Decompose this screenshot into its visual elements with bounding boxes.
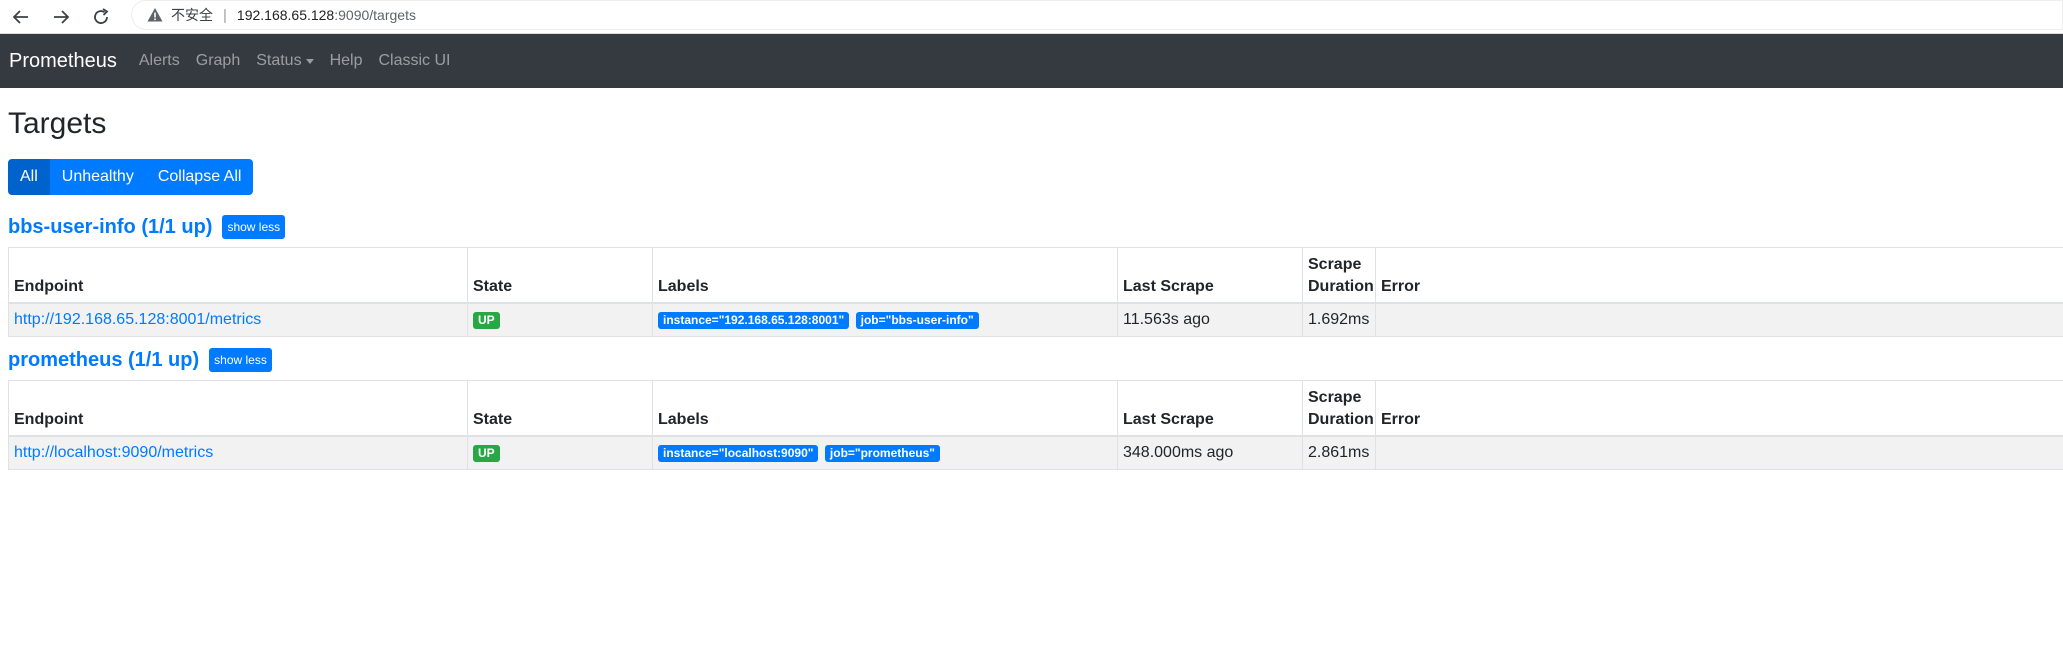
state-cell: UP: [467, 435, 653, 470]
col-labels: Labels: [652, 380, 1118, 437]
col-last-scrape: Last Scrape: [1117, 380, 1303, 437]
endpoint-link[interactable]: http://192.168.65.128:8001/metrics: [14, 311, 261, 328]
nav-status-label: Status: [256, 52, 302, 69]
address-bar[interactable]: 不安全 | 192.168.65.128:9090/targets: [131, 0, 2063, 30]
last-scrape-cell: 11.563s ago: [1117, 302, 1303, 337]
filter-all-button[interactable]: All: [8, 159, 50, 195]
job-title-link[interactable]: prometheus (1/1 up): [8, 349, 199, 372]
table-header-row: Endpoint State Labels Last Scrape Scrape…: [8, 380, 2063, 437]
col-labels: Labels: [652, 247, 1118, 304]
table-row: http://localhost:9090/metrics UP instanc…: [8, 435, 2063, 470]
omnibox-separator: |: [223, 6, 227, 24]
label-badge: job="prometheus": [824, 445, 940, 462]
endpoint-cell: http://localhost:9090/metrics: [8, 435, 468, 470]
label-badge: instance="192.168.65.128:8001": [658, 312, 850, 329]
job-title-link[interactable]: bbs-user-info (1/1 up): [8, 216, 212, 239]
job-header: bbs-user-info (1/1 up) show less: [8, 215, 2055, 239]
labels-cell: instance="192.168.65.128:8001" job="bbs-…: [652, 302, 1118, 337]
label-badge: job="bbs-user-info": [855, 312, 979, 329]
col-endpoint: Endpoint: [8, 380, 468, 437]
table-row: http://192.168.65.128:8001/metrics UP in…: [8, 302, 2063, 337]
col-error: Error: [1375, 380, 2063, 437]
endpoint-link[interactable]: http://localhost:9090/metrics: [14, 444, 213, 461]
duration-cell: 2.861ms: [1302, 435, 1376, 470]
main-content: Targets All Unhealthy Collapse All bbs-u…: [0, 106, 2063, 470]
col-scrape-duration: Scrape Duration: [1302, 247, 1376, 304]
filter-button-group: All Unhealthy Collapse All: [8, 159, 254, 195]
label-badge: instance="localhost:9090": [658, 445, 819, 462]
top-navbar: Prometheus Alerts Graph Status Help Clas…: [0, 34, 2063, 88]
collapse-all-button[interactable]: Collapse All: [145, 159, 254, 195]
targets-table: Endpoint State Labels Last Scrape Scrape…: [8, 380, 2063, 470]
state-cell: UP: [467, 302, 653, 337]
col-state: State: [467, 380, 653, 437]
nav-help[interactable]: Help: [322, 52, 371, 70]
browser-toolbar: 不安全 | 192.168.65.128:9090/targets: [0, 0, 2063, 34]
col-error: Error: [1375, 247, 2063, 304]
reload-icon[interactable]: [90, 6, 112, 28]
error-cell: [1375, 302, 2063, 337]
show-less-button[interactable]: show less: [209, 348, 272, 372]
nav-graph[interactable]: Graph: [188, 52, 248, 70]
job-header: prometheus (1/1 up) show less: [8, 348, 2055, 372]
forward-arrow-icon[interactable]: [50, 6, 72, 28]
url-host[interactable]: 192.168.65.128: [237, 7, 334, 23]
endpoint-cell: http://192.168.65.128:8001/metrics: [8, 302, 468, 337]
nav-status[interactable]: Status: [248, 52, 321, 70]
col-state: State: [467, 247, 653, 304]
brand-link[interactable]: Prometheus: [9, 50, 117, 73]
col-endpoint: Endpoint: [8, 247, 468, 304]
table-header-row: Endpoint State Labels Last Scrape Scrape…: [8, 247, 2063, 304]
filter-unhealthy-button[interactable]: Unhealthy: [49, 159, 146, 195]
show-less-button[interactable]: show less: [222, 215, 286, 239]
insecure-label[interactable]: 不安全: [171, 5, 213, 25]
duration-cell: 1.692ms: [1302, 302, 1376, 337]
warning-icon[interactable]: [147, 7, 163, 23]
caret-down-icon: [305, 58, 314, 64]
last-scrape-cell: 348.000ms ago: [1117, 435, 1303, 470]
targets-table: Endpoint State Labels Last Scrape Scrape…: [8, 247, 2063, 337]
error-cell: [1375, 435, 2063, 470]
state-badge: UP: [473, 312, 500, 329]
back-arrow-icon[interactable]: [10, 6, 32, 28]
url-path[interactable]: :9090/targets: [334, 7, 416, 23]
nav-alerts[interactable]: Alerts: [131, 52, 188, 70]
state-badge: UP: [473, 445, 500, 462]
page-title: Targets: [8, 107, 107, 140]
col-last-scrape: Last Scrape: [1117, 247, 1303, 304]
col-scrape-duration: Scrape Duration: [1302, 380, 1376, 437]
nav-classic-ui[interactable]: Classic UI: [370, 52, 458, 70]
labels-cell: instance="localhost:9090" job="prometheu…: [652, 435, 1118, 470]
